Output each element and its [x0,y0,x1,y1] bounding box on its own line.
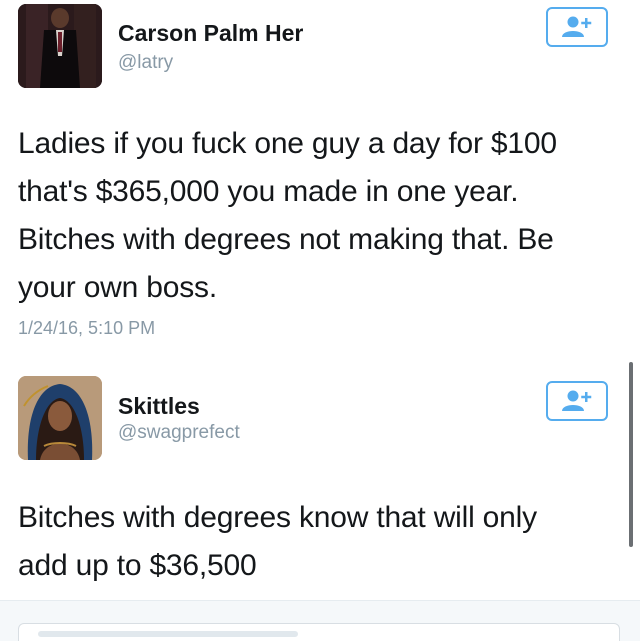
avatar-photo-icon [18,4,102,88]
tweet-text-line: Ladies if you fuck one guy a day for $10… [18,127,557,160]
tweet-text-line: that's $365,000 you made in one year. [18,175,519,208]
user-handle[interactable]: @latry [118,52,173,74]
next-tweet-preview [0,600,640,641]
follow-button[interactable] [546,381,608,421]
tweet-text-line: Bitches with degrees know that will only [18,501,537,534]
tweet-text: Bitches with degrees know that will only… [18,494,618,590]
tweet-timestamp[interactable]: 1/24/16, 5:10 PM [18,318,155,339]
user-handle[interactable]: @swagprefect [118,422,240,444]
follow-user-icon [562,390,592,411]
tweet-carson: Carson Palm Her @latry Ladies if you fuc… [0,0,640,360]
avatar[interactable] [18,376,102,460]
tweet-text-line: your own boss. [18,271,217,304]
tweet-text-line: Bitches with degrees not making that. Be [18,223,554,256]
cut-off-text [38,631,298,637]
avatar[interactable] [18,4,102,88]
display-name[interactable]: Skittles [118,393,200,420]
follow-user-icon [562,16,592,37]
display-name[interactable]: Carson Palm Her [118,20,303,47]
scrollbar[interactable] [629,362,633,547]
avatar-photo-icon [18,376,102,460]
tweet-text-line: add up to $36,500 [18,549,257,582]
follow-button[interactable] [546,7,608,47]
tweet-skittles: Skittles @swagprefect Bitches with degre… [0,360,640,600]
tweet-text: Ladies if you fuck one guy a day for $10… [18,120,618,312]
